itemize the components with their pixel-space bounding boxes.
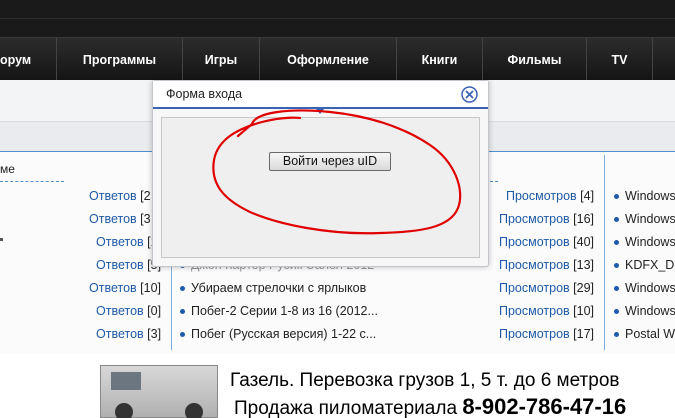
red-circle-annotation [212, 109, 462, 235]
